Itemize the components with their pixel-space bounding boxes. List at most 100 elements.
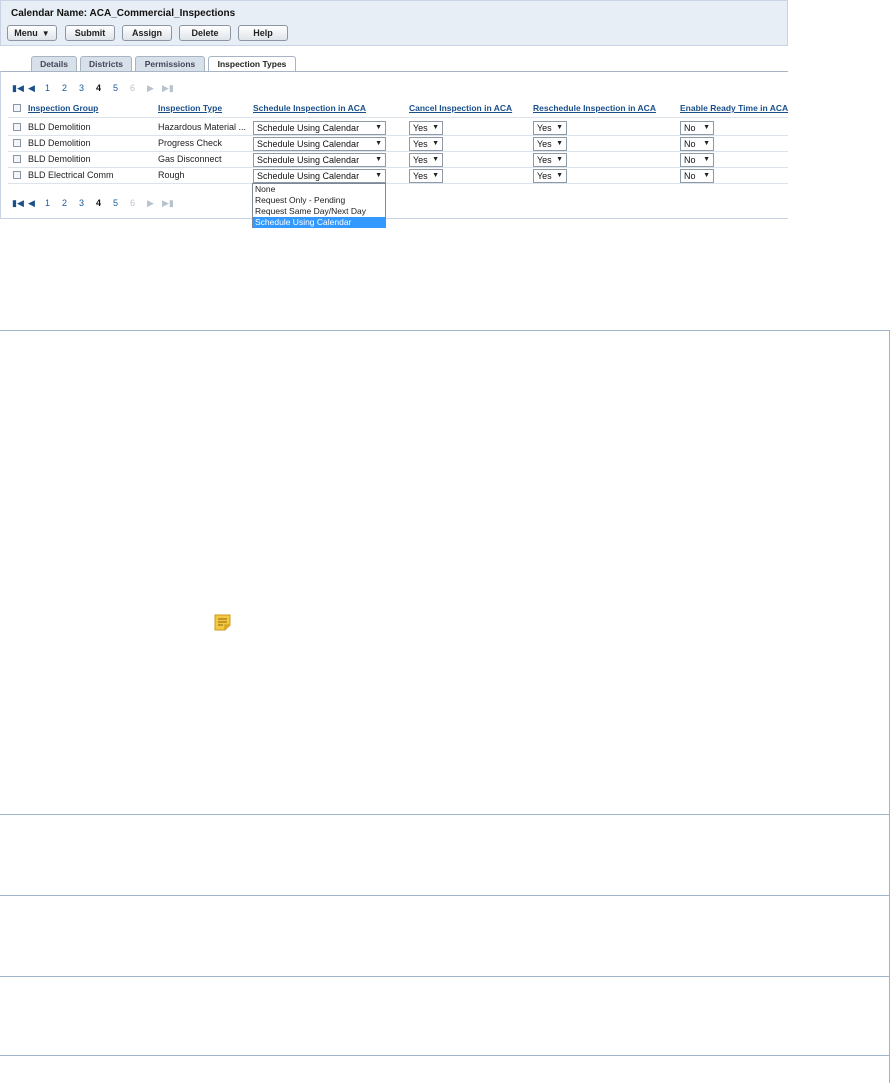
cancel-select[interactable]: Yes ▼ [409,153,443,167]
tab-details[interactable]: Details [31,56,77,71]
submit-button[interactable]: Submit [65,25,115,41]
chevron-down-icon: ▼ [375,140,382,147]
page-link[interactable]: 2 [62,83,67,93]
page-link[interactable]: 3 [79,83,84,93]
inspection-type-cell: Gas Disconnect [158,154,222,164]
header-schedule-inspection[interactable]: Schedule Inspection in ACA [253,103,366,113]
chevron-down-icon: ▼ [375,124,382,131]
schedule-select[interactable]: Schedule Using Calendar ▼ [253,137,386,151]
page-link-disabled: 6 [130,83,136,93]
page-link[interactable]: 1 [45,198,50,208]
current-page: 4 [96,83,102,93]
ready-time-select[interactable]: No ▼ [680,153,714,167]
ready-time-select[interactable]: No ▼ [680,137,714,151]
calendar-name: Calendar Name: ACA_Commercial_Inspection… [11,8,236,19]
page-link[interactable]: 5 [113,83,118,93]
reschedule-value: Yes [537,139,552,149]
ready-time-select[interactable]: No ▼ [680,169,714,183]
option-none[interactable]: None [253,184,385,195]
cancel-value: Yes [413,171,428,181]
inspection-group-cell: BLD Demolition [28,138,91,148]
ready-time-value: No [684,139,696,149]
first-page-icon[interactable]: ▮◀ [12,83,24,94]
option-request-only-pending[interactable]: Request Only - Pending [253,195,385,206]
reschedule-select[interactable]: Yes ▼ [533,137,567,151]
header-inspection-type[interactable]: Inspection Type [158,103,222,113]
ready-time-select[interactable]: No ▼ [680,121,714,135]
prev-page-icon[interactable]: ◀ [28,198,35,209]
chevron-down-icon: ▼ [432,140,439,147]
reschedule-select[interactable]: Yes ▼ [533,121,567,135]
option-schedule-using-calendar[interactable]: Schedule Using Calendar [253,217,385,228]
chevron-down-icon: ▼ [375,172,382,179]
row-divider [8,135,788,136]
select-all-checkbox[interactable] [13,104,21,112]
section-divider [0,1055,889,1056]
chevron-down-icon: ▼ [556,156,563,163]
chevron-down-icon: ▼ [703,156,710,163]
delete-button[interactable]: Delete [179,25,231,41]
chevron-down-icon: ▼ [432,156,439,163]
next-page-icon: ▶ [147,198,154,208]
chevron-down-icon: ▼ [703,124,710,131]
assign-button[interactable]: Assign [122,25,172,41]
chevron-down-icon: ▼ [703,172,710,179]
cancel-select[interactable]: Yes ▼ [409,169,443,183]
tab-districts[interactable]: Districts [80,56,132,71]
page-link[interactable]: 2 [62,198,67,208]
header-cancel-inspection[interactable]: Cancel Inspection in ACA [409,103,512,113]
inspection-group-cell: BLD Electrical Comm [28,170,114,180]
cancel-select[interactable]: Yes ▼ [409,137,443,151]
section-divider [0,976,889,977]
inspection-group-cell: BLD Demolition [28,154,91,164]
page-link-disabled: 6 [130,198,136,208]
row-checkbox[interactable] [13,123,21,131]
ready-time-value: No [684,155,696,165]
schedule-select[interactable]: Schedule Using Calendar ▼ [253,153,386,167]
schedule-value: Schedule Using Calendar [257,155,360,165]
schedule-select[interactable]: Schedule Using Calendar ▼ [253,121,386,135]
header-reschedule-inspection[interactable]: Reschedule Inspection in ACA [533,103,656,113]
schedule-select[interactable]: Schedule Using Calendar ▼ [253,169,386,183]
schedule-options-list: None Request Only - Pending Request Same… [252,183,386,228]
first-page-icon[interactable]: ▮◀ [12,198,24,209]
option-request-same-day[interactable]: Request Same Day/Next Day [253,206,385,217]
current-page: 4 [96,198,102,208]
last-page-icon: ▶▮ [162,83,174,93]
schedule-value: Schedule Using Calendar [257,171,360,181]
reschedule-value: Yes [537,171,552,181]
row-divider [8,117,788,118]
menu-button[interactable]: Menu ▼ [7,25,57,41]
chevron-down-icon: ▼ [556,140,563,147]
tab-permissions[interactable]: Permissions [135,56,205,71]
page-link[interactable]: 3 [79,198,84,208]
schedule-value: Schedule Using Calendar [257,139,360,149]
menu-label: Menu [14,28,38,38]
help-button[interactable]: Help [238,25,288,41]
menu-dropdown-icon: ▼ [41,29,50,38]
header-inspection-group[interactable]: Inspection Group [28,103,98,113]
cancel-value: Yes [413,155,428,165]
cancel-select[interactable]: Yes ▼ [409,121,443,135]
page-link[interactable]: 1 [45,83,50,93]
schedule-value: Schedule Using Calendar [257,123,360,133]
section-divider [0,895,889,896]
row-checkbox[interactable] [13,171,21,179]
header-enable-ready-time[interactable]: Enable Ready Time in ACA [680,103,788,113]
cancel-value: Yes [413,123,428,133]
tab-inspection-types[interactable]: Inspection Types [208,56,296,72]
inspection-type-cell: Rough [158,170,185,180]
section-divider [0,330,889,331]
inspection-type-cell: Hazardous Material ... [158,122,247,132]
section-divider [0,814,889,815]
reschedule-select[interactable]: Yes ▼ [533,153,567,167]
ready-time-value: No [684,171,696,181]
page-link[interactable]: 5 [113,198,118,208]
row-checkbox[interactable] [13,155,21,163]
row-checkbox[interactable] [13,139,21,147]
chevron-down-icon: ▼ [432,172,439,179]
reschedule-select[interactable]: Yes ▼ [533,169,567,183]
prev-page-icon[interactable]: ◀ [28,83,35,94]
chevron-down-icon: ▼ [375,156,382,163]
row-divider [8,167,788,168]
